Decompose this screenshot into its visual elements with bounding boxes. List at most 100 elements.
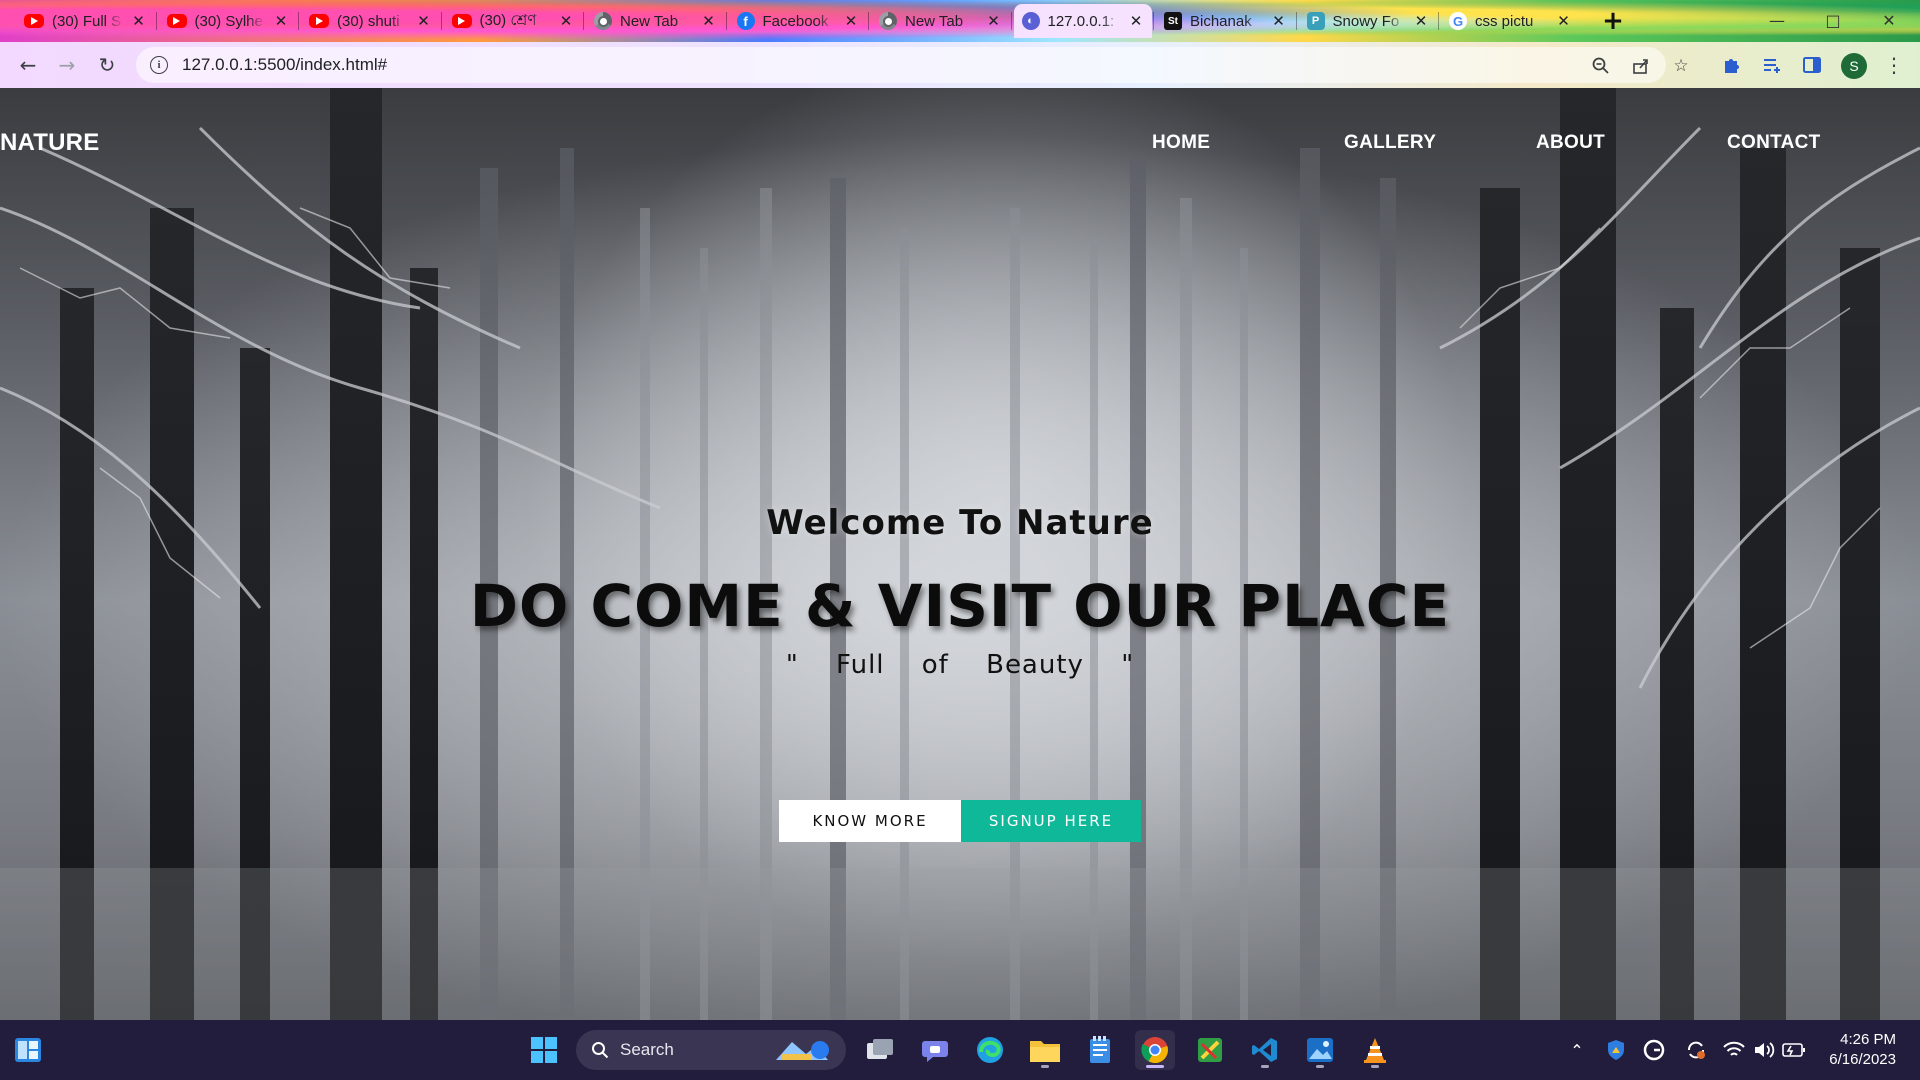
hero-section: Welcome To Nature DO COME & VISIT OUR PL… [0,88,1920,1020]
browser-tab[interactable]: New Tab ✕ [871,4,1010,38]
tab-close-icon[interactable]: ✕ [1271,12,1287,30]
hero-headline: DO COME & VISIT OUR PLACE [469,572,1451,640]
profile-avatar[interactable]: S [1841,53,1867,79]
browser-tab-title: New Tab [620,12,679,30]
share-icon[interactable] [1630,55,1652,77]
side-panel-icon[interactable] [1800,53,1824,77]
reading-list-icon[interactable] [1760,53,1784,77]
browser-tab[interactable]: (30) Sylhe ✕ [159,4,298,38]
tab-separator [1010,12,1012,30]
task-view-icon[interactable] [860,1030,900,1070]
extensions-icon[interactable] [1720,53,1744,77]
vlc-icon[interactable] [1355,1030,1395,1070]
tab-close-icon[interactable]: ✕ [131,12,147,30]
tab-close-icon[interactable]: ✕ [416,12,432,30]
url-text[interactable]: 127.0.0.1:5500/index.html# [182,55,387,75]
wifi-icon[interactable] [1722,1038,1746,1062]
hero-welcome-text: Welcome To Nature [766,503,1154,543]
forward-icon[interactable]: → [53,51,81,79]
search-highlight-icon [772,1036,832,1068]
browser-tab-title: Facebook [762,12,829,30]
edge-browser-icon[interactable] [970,1030,1010,1070]
teams-chat-icon[interactable] [915,1030,955,1070]
facebook-icon: f [736,12,755,30]
globe-icon: ◐ [1021,12,1040,30]
youtube-icon [451,14,472,28]
browser-toolbar: ← → ↻ i 127.0.0.1:5500/index.html# ☆ S ⋮ [0,42,1920,88]
tab-close-icon[interactable]: ✕ [558,12,574,30]
browser-tab[interactable]: St Bichanak ✕ [1156,4,1295,38]
taskbar-search[interactable]: Search [576,1030,846,1070]
browser-tab-title: 127.0.0.1: [1047,12,1115,30]
browser-tab[interactable]: ◐ 127.0.0.1: ✕ [1013,4,1152,38]
youtube-icon [24,14,44,28]
signup-button[interactable]: SIGNUP HERE [961,800,1141,842]
tab-close-icon[interactable]: ✕ [1128,12,1144,30]
hero-tagline: " Full of Beauty " [785,650,1135,680]
minimize-icon[interactable]: — [1762,8,1792,32]
know-more-button[interactable]: KNOW MORE [779,800,961,842]
browser-tab[interactable]: Gcss pictu ✕ [1441,4,1580,38]
tab-separator [1438,12,1439,30]
browser-tab-title: (30) Full S [52,12,122,30]
bookmark-star-icon[interactable]: ☆ [1670,55,1692,77]
defender-shield-icon[interactable] [1604,1038,1628,1062]
zoom-icon[interactable] [1590,55,1612,77]
grammarly-icon[interactable] [1642,1038,1666,1062]
youtube-icon [166,14,187,28]
site-info-icon[interactable]: i [150,56,168,74]
vscode-icon[interactable] [1245,1030,1285,1070]
browser-tab[interactable]: (30) শ্রেণ ✕ [444,4,583,38]
windows-start-icon[interactable] [524,1030,564,1070]
file-explorer-icon[interactable] [1025,1030,1065,1070]
chrome-taskbar-icon[interactable] [1135,1030,1175,1070]
browser-tab[interactable]: f Facebook ✕ [729,4,868,38]
volume-icon[interactable] [1752,1038,1776,1062]
menu-kebab-icon[interactable]: ⋮ [1882,53,1906,77]
tab-separator [1153,12,1154,30]
tab-separator [298,12,299,30]
browser-tab[interactable]: (30) shuti ✕ [301,4,440,38]
tab-separator [725,12,727,30]
battery-icon[interactable] [1782,1038,1806,1062]
photos-icon[interactable] [1300,1030,1340,1070]
tab-close-icon[interactable]: ✕ [1556,12,1572,30]
back-icon[interactable]: ← [14,51,42,79]
page-viewport: NATURE HOME GALLERY ABOUT CONTACT Welcom… [0,88,1920,1020]
browser-tab-title: (30) শ্রেণ [479,11,537,29]
sync-icon[interactable] [1684,1038,1708,1062]
tab-close-icon[interactable]: ✕ [1413,12,1429,30]
tab-separator [583,12,584,30]
sb-icon: St [1164,12,1182,30]
new-tab-button[interactable]: + [1598,6,1628,36]
tab-close-icon[interactable]: ✕ [843,12,859,30]
browser-tab-title: New Tab [905,12,964,30]
p-icon: P [1306,12,1325,30]
reload-icon[interactable]: ↻ [93,51,121,79]
clock-date: 6/16/2023 [1829,1051,1896,1068]
browser-tab[interactable]: P Snowy Fo ✕ [1299,4,1438,38]
tab-close-icon[interactable]: ✕ [701,12,717,30]
youtube-icon [309,14,329,28]
browser-tab-title: Bichanak [1190,12,1252,30]
close-window-icon[interactable]: ✕ [1874,8,1904,32]
google-icon: G [1449,12,1467,30]
maximize-icon[interactable]: □ [1818,8,1848,32]
system-clock[interactable]: 4:26 PM 6/16/2023 [1829,1030,1896,1070]
chevron-up-icon[interactable]: ⌃ [1565,1038,1589,1062]
taskbar-search-label: Search [620,1040,674,1059]
tab-close-icon[interactable]: ✕ [986,12,1002,30]
sketch-app-icon[interactable] [1190,1030,1230,1070]
widgets-icon[interactable] [8,1030,48,1070]
browser-tab-strip: (30) Full S ✕ (30) Sylhe ✕ (30) shuti ✕ (30) শ… [0,0,1920,42]
browser-tab[interactable]: New Tab ✕ [586,4,725,38]
browser-tab-title: css pictu [1475,12,1534,30]
browser-tab[interactable]: (30) Full S ✕ [16,4,155,38]
tab-separator [440,12,442,30]
notepad-icon[interactable] [1080,1030,1120,1070]
chrome-icon [594,12,612,30]
address-bar[interactable]: i 127.0.0.1:5500/index.html# ☆ [136,47,1689,83]
tab-separator [1295,12,1297,30]
tab-close-icon[interactable]: ✕ [273,12,289,30]
chrome-icon [879,12,897,30]
